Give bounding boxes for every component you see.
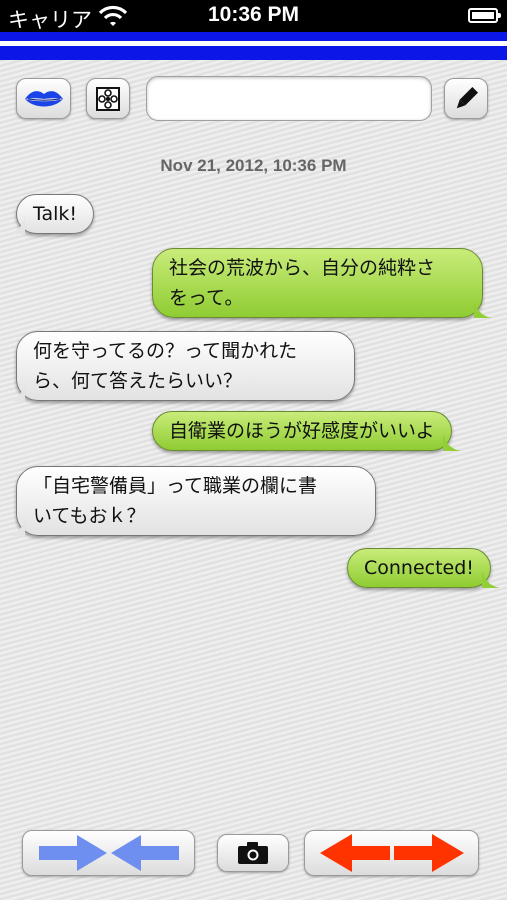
- message-input[interactable]: [146, 76, 432, 121]
- battery-icon: [468, 8, 501, 23]
- header-stripe-bottom: [0, 46, 507, 60]
- lips-button[interactable]: [16, 78, 71, 119]
- conversation-timestamp: Nov 21, 2012, 10:36 PM: [160, 156, 347, 175]
- message-text: Talk!: [33, 203, 78, 225]
- status-bar: キャリア 10:36 PM: [0, 0, 507, 32]
- flower-settings-icon: [96, 86, 120, 111]
- message-bubble-outgoing: 社会の荒波から、自分の純粋さ をって。: [152, 248, 492, 318]
- status-time: 10:36 PM: [207, 3, 300, 26]
- message-bubble-incoming: Talk!: [7, 194, 95, 234]
- converge-arrows-button[interactable]: [22, 830, 195, 876]
- settings-button[interactable]: [86, 78, 130, 119]
- message-line: をって。: [169, 287, 244, 309]
- message-line: ら、何て答えたらいい？: [33, 370, 243, 392]
- lips-icon: [24, 90, 63, 106]
- message-line: 何を守ってるの？って聞かれた: [33, 340, 298, 362]
- message-bubble-incoming: 何を守ってるの？って聞かれた ら、何て答えたらいい？: [7, 331, 355, 401]
- diverge-arrows-button[interactable]: [304, 830, 479, 876]
- camera-icon: [238, 842, 268, 864]
- message-bubble-outgoing: 自衛業のほうが好感度がいいよ: [152, 411, 461, 451]
- message-text: Connected!: [364, 557, 474, 579]
- message-bubble-incoming: 「自宅警備員」って職業の欄に書 いてもおｋ？: [7, 466, 376, 536]
- converging-arrows-icon: [38, 835, 179, 871]
- message-text: 自衛業のほうが好感度がいいよ: [169, 420, 435, 442]
- header-stripe-top: [0, 32, 507, 41]
- camera-button[interactable]: [217, 834, 289, 872]
- diverging-arrows-icon: [319, 834, 464, 872]
- message-bubble-outgoing: Connected!: [347, 548, 500, 588]
- message-line: 「自宅警備員」って職業の欄に書: [33, 475, 318, 497]
- pencil-icon: [456, 86, 479, 108]
- compose-button[interactable]: [444, 78, 488, 119]
- message-line: いてもおｋ？: [33, 505, 146, 527]
- message-line: 社会の荒波から、自分の純粋さ: [169, 257, 436, 279]
